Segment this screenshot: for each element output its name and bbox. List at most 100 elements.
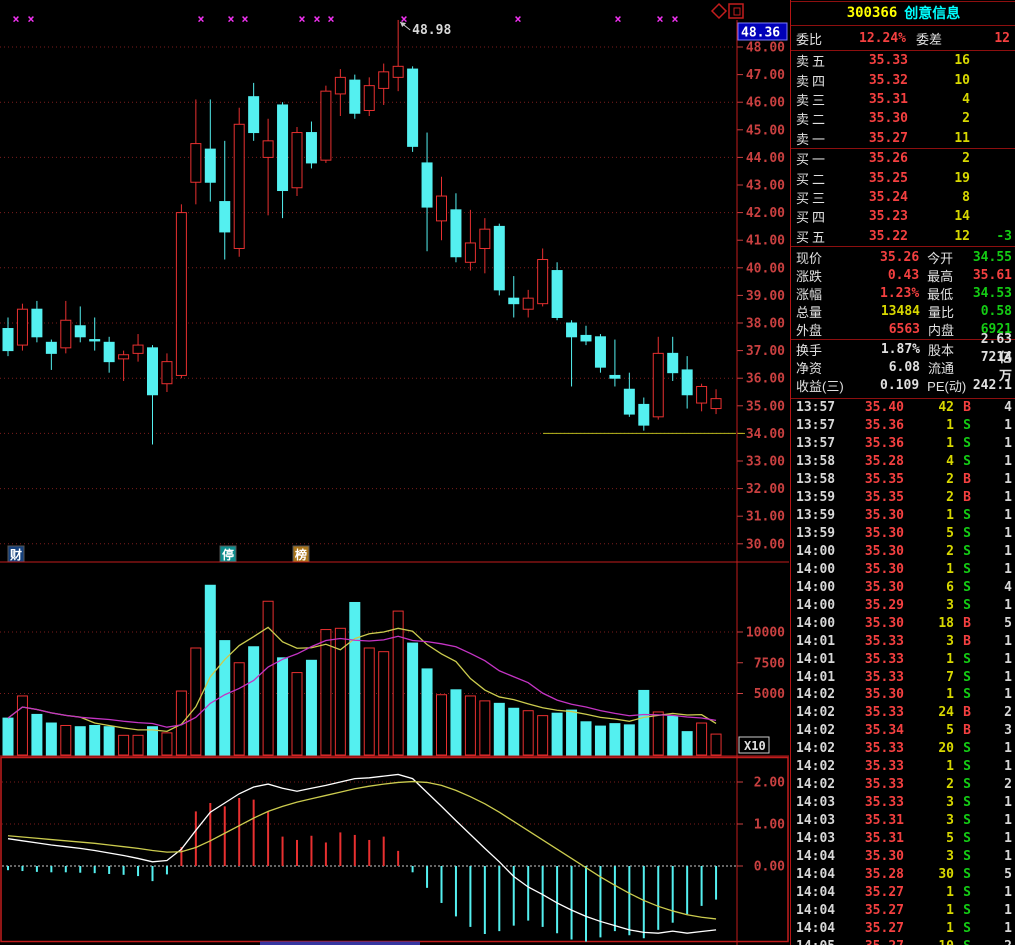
tick-row[interactable]: 13:5735.4042B4 [796, 399, 1012, 417]
tick-side: S [954, 759, 980, 774]
ask-size: 2 [908, 111, 970, 126]
price-axis-label: 40.00 [746, 261, 785, 276]
tick-price: 35.29 [842, 598, 904, 613]
volume-bar [480, 701, 490, 755]
bid-row[interactable]: 买二35.2519 [796, 168, 1012, 187]
tick-row[interactable]: 14:0335.315S1 [796, 830, 1012, 848]
candle-body [263, 141, 273, 158]
info-value: 1.23% [854, 286, 920, 301]
tick-row[interactable]: 14:0135.337S1 [796, 668, 1012, 686]
volume-bar [75, 727, 85, 755]
tick-row[interactable]: 14:0035.306S4 [796, 578, 1012, 596]
tick-row[interactable]: 13:5935.305S1 [796, 525, 1012, 543]
tick-volume: 1 [904, 903, 954, 918]
event-marker-icon: × [514, 12, 521, 26]
tick-time: 13:57 [796, 418, 842, 433]
tick-row[interactable]: 14:0435.271S1 [796, 919, 1012, 937]
tick-row[interactable]: 13:5835.284S1 [796, 453, 1012, 471]
tick-row[interactable]: 14:0235.3324B2 [796, 704, 1012, 722]
tick-volume: 1 [904, 759, 954, 774]
tick-row[interactable]: 14:0035.301S1 [796, 560, 1012, 578]
ask-row[interactable]: 卖三35.314 [796, 90, 1012, 109]
tick-count: 1 [980, 813, 1012, 828]
tick-list[interactable]: 13:5735.4042B413:5735.361S113:5735.361S1… [796, 399, 1012, 945]
macd-axis-label: 2.00 [754, 776, 785, 791]
tick-side: S [954, 562, 980, 577]
tick-row[interactable]: 14:0235.345B3 [796, 722, 1012, 740]
tick-row[interactable]: 14:0535.2710S2 [796, 937, 1012, 945]
ask-label: 卖五 [796, 51, 838, 70]
tick-row[interactable]: 14:0335.313S1 [796, 812, 1012, 830]
bid-price: 35.23 [838, 209, 908, 224]
tick-row[interactable]: 14:0135.333B1 [796, 632, 1012, 650]
event-marker-icon: × [241, 12, 248, 26]
bid-size: 19 [908, 171, 970, 186]
tick-count: 5 [980, 616, 1012, 631]
tick-row[interactable]: 14:0135.331S1 [796, 650, 1012, 668]
tick-count: 2 [980, 705, 1012, 720]
tick-side: S [954, 921, 980, 936]
tick-time: 14:02 [796, 741, 842, 756]
tick-price: 35.30 [842, 562, 904, 577]
candle-body [639, 404, 649, 425]
candle-body [32, 309, 42, 337]
tick-count: 1 [980, 562, 1012, 577]
tick-row[interactable]: 14:0035.3018B5 [796, 614, 1012, 632]
tick-row[interactable]: 14:0235.301S1 [796, 686, 1012, 704]
ask-row[interactable]: 卖五35.3316 [796, 51, 1012, 70]
tick-row[interactable]: 14:0235.3320S1 [796, 740, 1012, 758]
ask-row[interactable]: 卖一35.2711 [796, 129, 1012, 148]
bid-price: 35.24 [838, 190, 908, 205]
bid-row[interactable]: 买四35.2314 [796, 207, 1012, 226]
candle-body [465, 243, 475, 262]
tick-row[interactable]: 13:5735.361S1 [796, 435, 1012, 453]
bid-extra: -3 [970, 229, 1012, 244]
bid-row[interactable]: 买五35.2212-3 [796, 227, 1012, 246]
ask-size: 11 [908, 131, 970, 146]
volume-bar [494, 703, 504, 755]
tick-volume: 1 [904, 652, 954, 667]
tick-row[interactable]: 14:0435.271S1 [796, 883, 1012, 901]
volume-bar [639, 690, 649, 755]
candle-body [3, 329, 13, 351]
bid-label: 买二 [796, 169, 838, 188]
stock-header[interactable]: 300366 创意信息 [791, 1, 1015, 23]
price-axis-label: 30.00 [746, 537, 785, 552]
candle-body [494, 226, 504, 289]
tick-row[interactable]: 14:0435.2830S5 [796, 865, 1012, 883]
tick-row[interactable]: 13:5935.352B1 [796, 489, 1012, 507]
kline-chart-area[interactable]: 48.0047.0046.0045.0044.0043.0042.0041.00… [0, 0, 790, 945]
tick-row[interactable]: 14:0035.293S1 [796, 596, 1012, 614]
info-label: 量比 [928, 302, 974, 321]
tick-time: 14:00 [796, 562, 842, 577]
macd-dif-line [8, 774, 716, 933]
bid-row[interactable]: 买一35.262 [796, 149, 1012, 168]
tick-row[interactable]: 14:0035.302S1 [796, 543, 1012, 561]
info-value: 0.58 [974, 304, 1012, 319]
ask-row[interactable]: 卖四35.3210 [796, 70, 1012, 89]
candle-body [17, 309, 27, 345]
tick-side: B [954, 616, 980, 631]
tick-row[interactable]: 14:0435.303S1 [796, 847, 1012, 865]
event-marker-icon: × [327, 12, 334, 26]
horizontal-scrollbar-thumb[interactable] [260, 942, 420, 945]
tick-volume: 24 [904, 705, 954, 720]
ask-size: 4 [908, 92, 970, 107]
volume-bar [306, 660, 316, 755]
tick-row[interactable]: 13:5735.361S1 [796, 417, 1012, 435]
info-label: 股本 [928, 340, 974, 359]
tick-row[interactable]: 14:0335.333S1 [796, 794, 1012, 812]
ask-row[interactable]: 卖二35.302 [796, 109, 1012, 128]
tick-row[interactable]: 14:0235.331S1 [796, 758, 1012, 776]
candle-body [711, 399, 721, 409]
tick-row[interactable]: 14:0235.332S2 [796, 776, 1012, 794]
volume-bar [595, 726, 605, 755]
bid-row[interactable]: 买三35.248 [796, 188, 1012, 207]
tick-row[interactable]: 13:5835.352B1 [796, 471, 1012, 489]
tick-count: 5 [980, 867, 1012, 882]
bid-size: 8 [908, 190, 970, 205]
tick-time: 14:00 [796, 580, 842, 595]
bid-price: 35.26 [838, 151, 908, 166]
tick-row[interactable]: 13:5935.301S1 [796, 507, 1012, 525]
tick-row[interactable]: 14:0435.271S1 [796, 901, 1012, 919]
